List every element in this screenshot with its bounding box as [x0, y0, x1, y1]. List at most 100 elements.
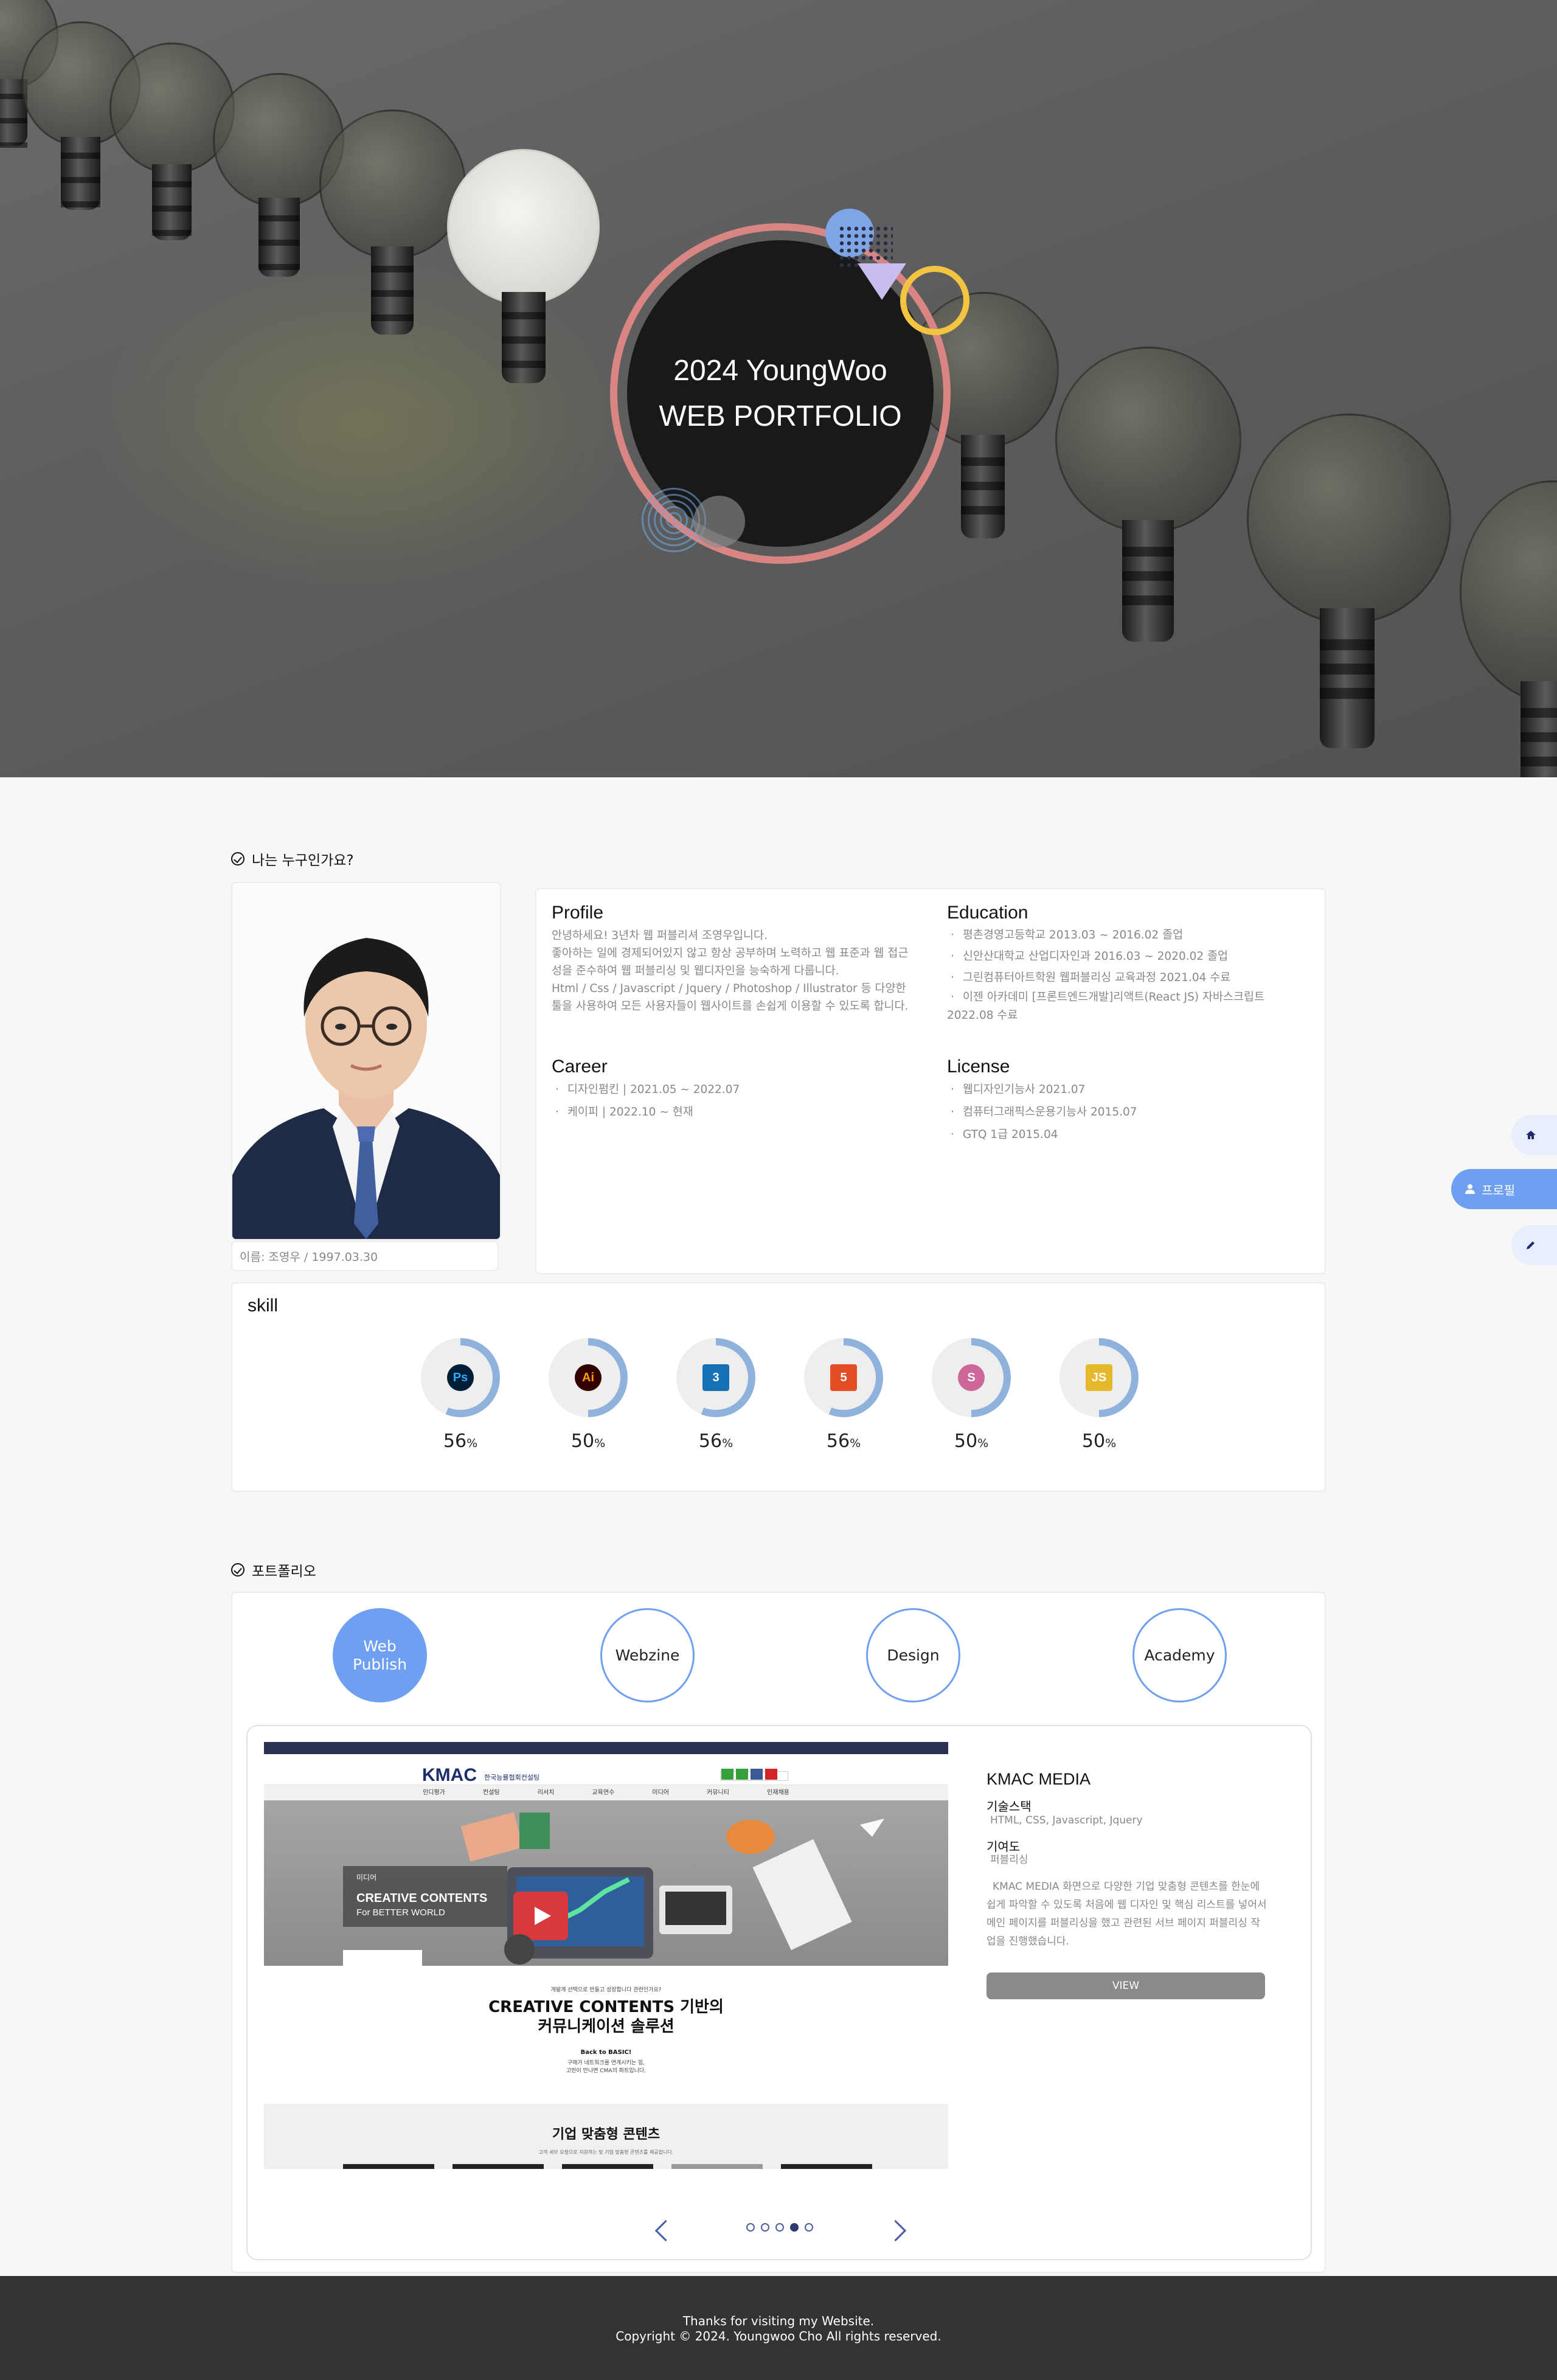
photoshop-icon: Ps [447, 1364, 474, 1391]
deco-grey-circle [693, 496, 745, 547]
tab-academy[interactable]: Academy [1132, 1608, 1227, 1702]
education-block: Education 평촌경영고등학교 2013.03 ~ 2016.02 졸업 … [947, 903, 1312, 1025]
mock-nav-item: 커뮤니티 [707, 1789, 729, 1796]
skill-progress-ring: 3 [676, 1338, 755, 1417]
person-icon [1465, 1184, 1475, 1194]
mock-logo: KMAC [422, 1765, 477, 1785]
project-description: KMAC MEDIA 화면으로 다양한 기업 맞춤형 콘텐츠를 한눈에 쉽게 파… [987, 1881, 1267, 1948]
profile-text: 안녕하세요! 3년차 웹 퍼블리셔 조영우입니다. 좋아하는 일에 경제되어있지… [552, 929, 909, 1013]
skill-item: S 50% [929, 1338, 1014, 1452]
footer: Thanks for visiting my Website. Copyrigh… [0, 2276, 1557, 2380]
side-nav-home[interactable] [1511, 1115, 1557, 1155]
skill-item: 5 56% [801, 1338, 886, 1452]
mock-visual-line2: For BETTER WORLD [356, 1907, 445, 1918]
slider-pagination [743, 2223, 816, 2232]
education-item: 평촌경영고등학교 2013.03 ~ 2016.02 졸업 [947, 925, 1312, 946]
skill-percent: 50% [1081, 1431, 1117, 1452]
skill-percent: 50% [954, 1431, 989, 1452]
mock-headline: CREATIVE CONTENTS 기반의 커뮤니케이션 솔루션 [264, 1997, 948, 2036]
skill-card: skill Ps 56% Ai 50% 3 56% 5 56% S 50% JS 50% [231, 1282, 1326, 1492]
pagination-dot[interactable] [746, 2223, 755, 2232]
skill-progress-ring: Ai [549, 1338, 628, 1417]
profile-heading: Profile [552, 903, 604, 923]
license-heading: License [947, 1056, 1010, 1077]
mock-gnb: 인디평가 컨설팅 리서치 교육연수 미디어 커뮤니티 인재채용 [264, 1785, 948, 1801]
check-circle-icon [231, 852, 244, 866]
mock-lower-sub: 고객 세부 요청으로 지원하는 맞 기업 맞춤형 콘텐츠를 제공합니다. [538, 2149, 674, 2155]
css3-icon: 3 [702, 1364, 729, 1391]
pagination-dot[interactable] [790, 2223, 799, 2232]
hero-banner: 2024 YoungWoo WEB PORTFOLIO [0, 0, 1557, 777]
side-nav-portfolio[interactable] [1511, 1225, 1557, 1265]
html5-icon: 5 [830, 1364, 857, 1391]
skill-item: Ai 50% [546, 1338, 631, 1452]
mock-sns [721, 1769, 777, 1780]
pagination-dot[interactable] [761, 2223, 769, 2232]
mock-desc: 구매가 네트워크를 연계시키는 힘, 고민이 만나면 CMA의 파트입니다. [566, 2060, 646, 2074]
hero-title-line1: 2024 YoungWoo [673, 355, 887, 387]
project-screenshot[interactable]: KMAC 한국능률협회컨설팅 인디평가 컨설팅 리서치 교육연수 미디어 커뮤니… [264, 1742, 948, 2169]
education-item: 이젠 아카데미 [프론트엔드개발]리액트(React JS) 자바스크립트 20… [947, 988, 1312, 1025]
portfolio-title-text: 포트폴리오 [252, 1564, 316, 1580]
career-heading: Career [552, 1056, 608, 1077]
mock-headline-1: CREATIVE CONTENTS 기반의 [488, 1998, 724, 2016]
mock-visual: 미디어 CREATIVE CONTENTS For BETTER WORLD [264, 1800, 948, 1966]
skill-item: 3 56% [673, 1338, 758, 1452]
mock-breadcrumb [343, 1950, 422, 1966]
contrib-value: 퍼블리싱 [990, 1854, 1028, 1866]
deco-triangle [858, 263, 906, 300]
mock-nav-item: 미디어 [652, 1789, 670, 1796]
pencil-icon [1527, 1241, 1534, 1249]
profile-block: Profile 안녕하세요! 3년차 웹 퍼블리셔 조영우입니다. 좋아하는 일… [552, 903, 917, 1015]
illustrator-icon: Ai [575, 1364, 602, 1391]
tab-webzine[interactable]: Webzine [600, 1608, 695, 1702]
career-item: 케이피 | 2022.10 ~ 현재 [552, 1101, 917, 1123]
side-nav-profile-label: 프로필 [1482, 1182, 1516, 1198]
mock-headline-2: 커뮤니케이션 솔루션 [538, 2017, 674, 2036]
tab-design[interactable]: Design [866, 1608, 960, 1702]
license-item: 컴퓨터그래픽스운용기능사 2015.07 [947, 1101, 1312, 1123]
career-block: Career 디자인펌킨 | 2021.05 ~ 2022.07 케이피 | 2… [552, 1056, 917, 1123]
view-button[interactable]: VIEW [987, 1972, 1265, 1999]
education-item: 신안산대학교 산업디자인과 2016.03 ~ 2020.02 졸업 [947, 946, 1312, 967]
tab-web-publish[interactable]: Web Publish [333, 1608, 427, 1702]
license-item: GTQ 1급 2015.04 [947, 1123, 1312, 1146]
side-nav-profile[interactable]: 프로필 [1451, 1169, 1557, 1209]
mock-topbar [264, 1742, 948, 1754]
footer-thanks: Thanks for visiting my Website. [682, 2314, 875, 2328]
skill-progress-ring: Ps [421, 1338, 500, 1417]
skill-percent: 56% [443, 1431, 478, 1452]
pagination-dot[interactable] [805, 2223, 813, 2232]
photo-caption: 이름: 조영우 / 1997.03.30 [231, 1241, 499, 1271]
career-item: 디자인펌킨 | 2021.05 ~ 2022.07 [552, 1078, 917, 1101]
project-title: KMAC MEDIA [987, 1770, 1091, 1788]
mock-nav-item: 교육연수 [592, 1789, 615, 1796]
person-portrait-image [232, 883, 500, 1239]
mock-visual-line1: CREATIVE CONTENTS [356, 1892, 488, 1905]
deco-yellow-ring [900, 266, 969, 335]
skill-percent: 50% [570, 1431, 606, 1452]
profile-photo [231, 882, 501, 1240]
mock-visual-caption: 미디어 CREATIVE CONTENTS For BETTER WORLD [343, 1866, 507, 1927]
bulb-glow [91, 255, 639, 596]
deco-dot-pattern [838, 225, 893, 268]
mock-intro: 개발계 선택으로 만들고 성장합니다 관련인가요? [550, 1987, 662, 1993]
skill-heading: skill [248, 1296, 278, 1316]
stack-value: HTML, CSS, Javascript, Jquery [990, 1814, 1143, 1827]
skill-item: JS 50% [1056, 1338, 1142, 1452]
home-icon [1526, 1131, 1536, 1139]
mock-nav-item: 컨설팅 [483, 1789, 500, 1796]
skill-progress-ring: S [932, 1338, 1011, 1417]
skill-progress-ring: 5 [804, 1338, 883, 1417]
javascript-icon: JS [1086, 1364, 1112, 1391]
mock-nav-item: 리서치 [537, 1789, 555, 1796]
mock-back-text: Back to BASIC! [580, 2049, 632, 2056]
education-item: 그린컴퓨터아트학원 웹퍼블리싱 교육과정 2021.04 수료 [947, 967, 1312, 988]
skill-percent: 56% [698, 1431, 733, 1452]
mock-logo-sub: 한국능률협회컨설팅 [484, 1774, 540, 1782]
skill-progress-ring: JS [1059, 1338, 1139, 1417]
mock-lower: 기업 맞춤형 콘텐츠 고객 세부 요청으로 지원하는 맞 기업 맞춤형 콘텐츠를… [264, 2104, 948, 2169]
pagination-dot[interactable] [775, 2223, 784, 2232]
hero-title-line2: WEB PORTFOLIO [659, 400, 902, 432]
footer-copyright: Copyright © 2024. Youngwoo Cho All right… [616, 2329, 941, 2344]
